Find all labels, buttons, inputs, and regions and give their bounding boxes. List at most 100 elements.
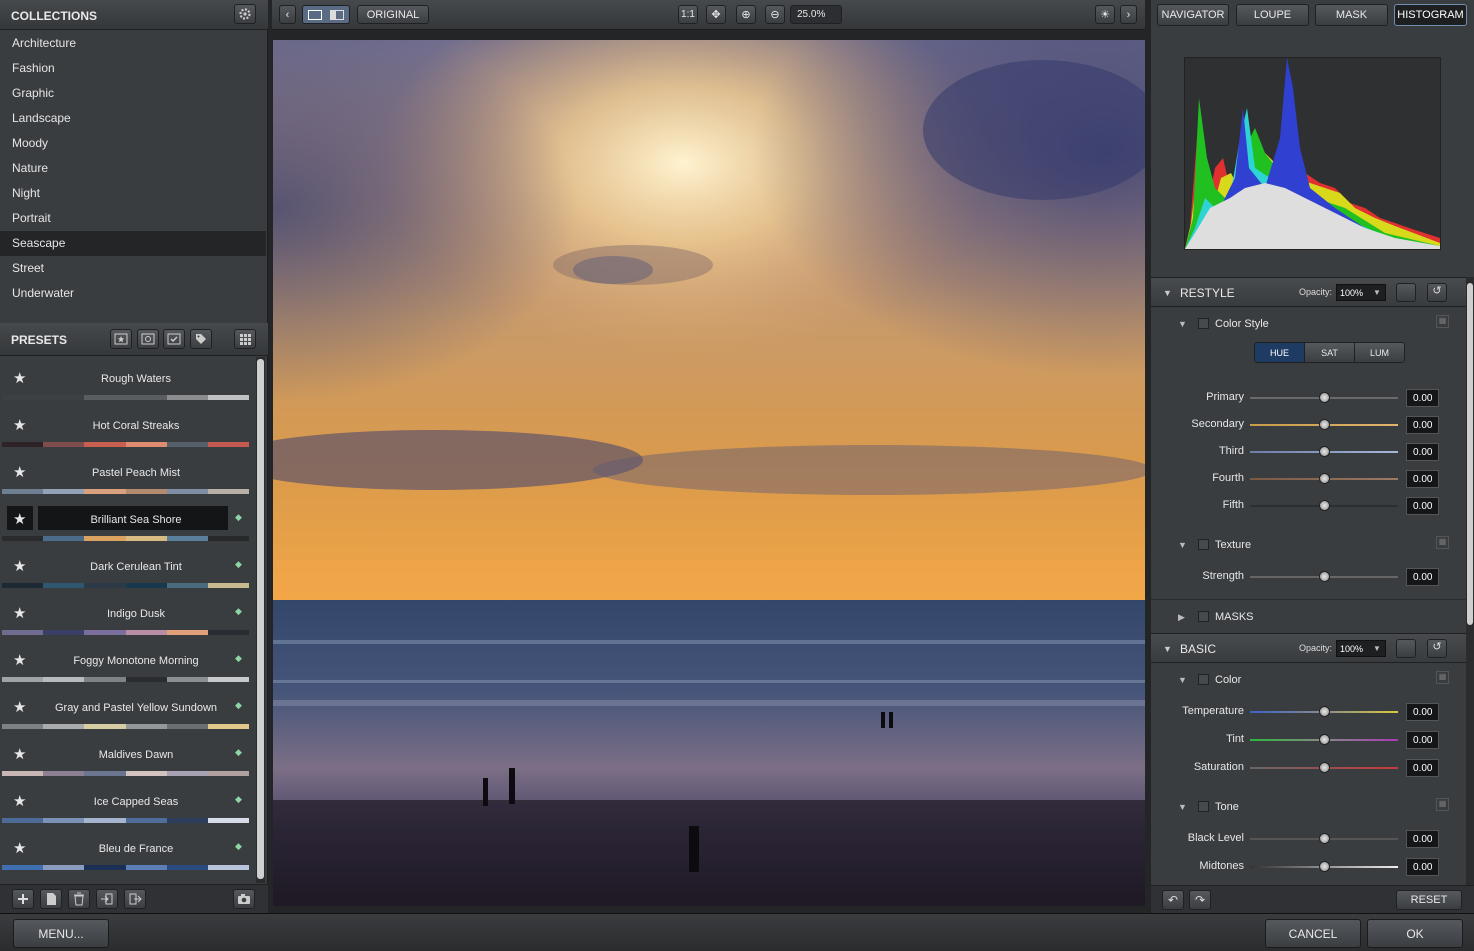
preset-item[interactable]: ★ Bleu de France ◆ xyxy=(0,827,255,874)
ok-button[interactable]: OK xyxy=(1367,919,1463,948)
add-favorite-button[interactable] xyxy=(110,329,132,349)
collection-item-fashion[interactable]: Fashion xyxy=(0,56,266,81)
tag-preset-button[interactable] xyxy=(190,329,212,349)
masks-checkbox[interactable] xyxy=(1198,611,1209,622)
fourth-value[interactable]: 0.00 xyxy=(1406,470,1439,488)
drag-handle-icon[interactable]: ▦ xyxy=(1436,671,1449,684)
color-style-row[interactable]: ▼ Color Style ▦ xyxy=(1178,315,1458,332)
star-icon[interactable]: ★ xyxy=(13,839,26,857)
fifth-value[interactable]: 0.00 xyxy=(1406,497,1439,515)
star-icon[interactable]: ★ xyxy=(13,745,26,763)
single-view-icon[interactable] xyxy=(308,9,322,20)
delete-preset-button[interactable] xyxy=(68,889,90,909)
photo-canvas[interactable] xyxy=(273,40,1145,906)
tone-checkbox[interactable] xyxy=(1198,801,1209,812)
star-icon[interactable]: ★ xyxy=(13,510,26,528)
import-preset-button[interactable] xyxy=(137,329,159,349)
basic-reset-button[interactable]: ↺ xyxy=(1427,639,1447,658)
midtones-value[interactable]: 0.00 xyxy=(1406,858,1439,876)
saturation-value[interactable]: 0.00 xyxy=(1406,759,1439,777)
right-panel-scrollbar[interactable] xyxy=(1466,277,1474,885)
import-button[interactable] xyxy=(96,889,118,909)
fourth-knob[interactable] xyxy=(1319,473,1330,484)
collection-item-night[interactable]: Night xyxy=(0,181,266,206)
temperature-value[interactable]: 0.00 xyxy=(1406,703,1439,721)
black-level-value[interactable]: 0.00 xyxy=(1406,830,1439,848)
restyle-reset-button[interactable]: ↺ xyxy=(1427,283,1447,302)
preset-item[interactable]: ★ Foggy Monotone Morning ◆ xyxy=(0,639,255,686)
primary-value[interactable]: 0.00 xyxy=(1406,389,1439,407)
star-icon[interactable]: ★ xyxy=(13,604,26,622)
collection-item-street[interactable]: Street xyxy=(0,256,266,281)
star-icon[interactable]: ★ xyxy=(13,369,26,387)
strength-value[interactable]: 0.00 xyxy=(1406,568,1439,586)
preset-item[interactable]: ★ Ice Capped Seas ◆ xyxy=(0,780,255,827)
star-icon[interactable]: ★ xyxy=(13,651,26,669)
restyle-mask-button[interactable] xyxy=(1396,283,1416,302)
basic-mask-button[interactable] xyxy=(1396,639,1416,658)
collection-item-portrait[interactable]: Portrait xyxy=(0,206,266,231)
presets-scrollbar[interactable] xyxy=(256,357,265,883)
preset-item[interactable]: ★ Rough Waters xyxy=(0,357,255,404)
fit-button[interactable]: ✥ xyxy=(706,5,726,24)
midtones-knob[interactable] xyxy=(1319,861,1330,872)
primary-knob[interactable] xyxy=(1319,392,1330,403)
secondary-value[interactable]: 0.00 xyxy=(1406,416,1439,434)
duplicate-preset-button[interactable] xyxy=(40,889,62,909)
drag-handle-icon[interactable]: ▦ xyxy=(1436,536,1449,549)
third-value[interactable]: 0.00 xyxy=(1406,443,1439,461)
collection-item-architecture[interactable]: Architecture xyxy=(0,31,266,56)
texture-row[interactable]: ▼ Texture ▦ xyxy=(1178,536,1458,553)
restyle-header[interactable]: ▼ RESTYLE Opacity: 100% ▼ ↺ xyxy=(1151,277,1466,307)
lightbulb-button[interactable]: ☀ xyxy=(1095,5,1115,24)
drag-handle-icon[interactable]: ▦ xyxy=(1436,315,1449,328)
fifth-knob[interactable] xyxy=(1319,500,1330,511)
star-icon[interactable]: ★ xyxy=(13,698,26,716)
preset-item[interactable]: ★ Dark Cerulean Tint ◆ xyxy=(0,545,255,592)
collection-item-seascape[interactable]: Seascape xyxy=(0,231,266,256)
temperature-knob[interactable] xyxy=(1319,706,1330,717)
cancel-button[interactable]: CANCEL xyxy=(1265,919,1361,948)
dropdown-arrow-icon[interactable]: ▼ xyxy=(1373,640,1387,657)
segment-lum[interactable]: LUM xyxy=(1355,343,1404,362)
zoom-out-button[interactable]: ⊖ xyxy=(765,5,785,24)
segment-sat[interactable]: SAT xyxy=(1305,343,1355,362)
basic-header[interactable]: ▼ BASIC Opacity: 100% ▼ ↺ xyxy=(1151,633,1466,663)
tint-knob[interactable] xyxy=(1319,734,1330,745)
dropdown-arrow-icon[interactable]: ▼ xyxy=(1373,284,1387,301)
undo-button[interactable]: ↶ xyxy=(1162,890,1184,910)
third-knob[interactable] xyxy=(1319,446,1330,457)
zoom-level-field[interactable]: 25.0% xyxy=(790,5,842,24)
one-to-one-button[interactable]: 1:1 xyxy=(678,5,698,24)
export-button[interactable] xyxy=(124,889,146,909)
check-preset-button[interactable] xyxy=(163,329,185,349)
collection-item-landscape[interactable]: Landscape xyxy=(0,106,266,131)
preset-item[interactable]: ★ Gray and Pastel Yellow Sundown ◆ xyxy=(0,686,255,733)
redo-button[interactable]: ↷ xyxy=(1189,890,1211,910)
saturation-knob[interactable] xyxy=(1319,762,1330,773)
tint-value[interactable]: 0.00 xyxy=(1406,731,1439,749)
original-button[interactable]: ORIGINAL xyxy=(357,5,429,24)
reset-all-button[interactable]: RESET xyxy=(1396,890,1462,910)
segment-hue[interactable]: HUE xyxy=(1255,343,1305,362)
color-row[interactable]: ▼ Color ▦ xyxy=(1178,671,1458,688)
secondary-knob[interactable] xyxy=(1319,419,1330,430)
collapse-right-button[interactable]: › xyxy=(1120,5,1137,24)
preset-item[interactable]: ★ Brilliant Sea Shore ◆ xyxy=(0,498,255,545)
collection-item-graphic[interactable]: Graphic xyxy=(0,81,266,106)
color-style-checkbox[interactable] xyxy=(1198,318,1209,329)
collections-settings-button[interactable] xyxy=(234,4,256,24)
collection-item-moody[interactable]: Moody xyxy=(0,131,266,156)
tone-row[interactable]: ▼ Tone ▦ xyxy=(1178,798,1458,815)
tab-mask[interactable]: MASK xyxy=(1315,4,1388,26)
black-level-knob[interactable] xyxy=(1319,833,1330,844)
drag-handle-icon[interactable]: ▦ xyxy=(1436,798,1449,811)
texture-checkbox[interactable] xyxy=(1198,539,1209,550)
strength-knob[interactable] xyxy=(1319,571,1330,582)
grid-view-button[interactable] xyxy=(234,329,256,349)
preset-item[interactable]: ★ Maldives Dawn ◆ xyxy=(0,733,255,780)
tab-loupe[interactable]: LOUPE xyxy=(1236,4,1309,26)
tab-histogram[interactable]: HISTOGRAM xyxy=(1394,4,1467,26)
preset-item[interactable]: ★ Indigo Dusk ◆ xyxy=(0,592,255,639)
tab-navigator[interactable]: NAVIGATOR xyxy=(1157,4,1229,26)
